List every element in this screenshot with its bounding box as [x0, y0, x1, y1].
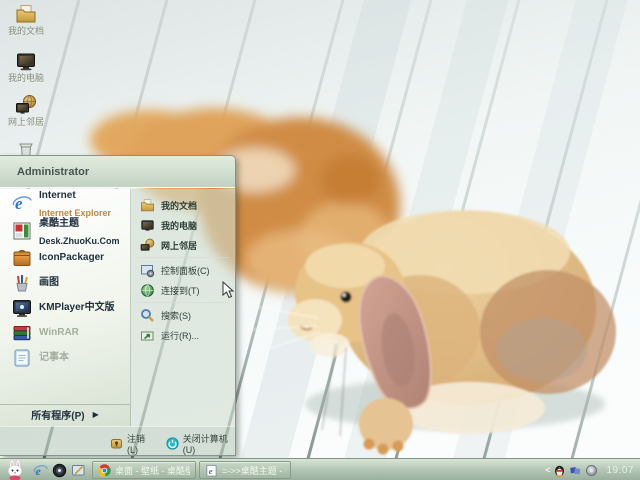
qq-messenger-icon[interactable]: [553, 464, 566, 477]
all-programs-button[interactable]: 所有程序(P) ▶: [0, 404, 130, 424]
desktop-icon-network-places[interactable]: 网上邻居: [0, 94, 52, 127]
network-places-icon: [16, 95, 36, 114]
search-icon: [141, 308, 154, 322]
start-menu-item-connect-to[interactable]: 连接到(T): [131, 280, 235, 300]
taskbar: e » 桌面 - 壁纸 - 桌酷壁...: [0, 458, 640, 480]
item-label: 网上邻居: [161, 240, 198, 251]
show-desktop-icon[interactable]: [71, 463, 86, 478]
svg-text:e: e: [209, 466, 213, 475]
rabbit-eye: [340, 291, 352, 303]
internet-explorer-quicklaunch-icon[interactable]: e: [33, 463, 48, 478]
start-menu-left-column: e Internet Internet Explorer 桌酷主题 Desk.Z…: [0, 189, 131, 426]
run-icon: [141, 331, 154, 340]
start-menu-user-name: Administrator: [0, 156, 235, 188]
item-title: 桌酷主题: [39, 218, 79, 229]
my-computer-icon: [17, 53, 35, 71]
start-menu-panel: Administrator e Internet Internet Explor…: [0, 155, 236, 456]
quick-launch-bar: e »: [33, 459, 97, 480]
my-computer-icon: [141, 219, 154, 231]
control-panel-icon: [141, 264, 155, 277]
system-tray: < 19:07: [545, 459, 637, 480]
menu-separator: [137, 257, 229, 258]
network-places-icon: [140, 238, 155, 251]
my-documents-folder-icon: [16, 5, 36, 23]
internet-explorer-icon: e: [12, 194, 32, 213]
item-label: 我的电脑: [161, 220, 198, 231]
start-menu-right-column: 我的文档 我的电脑 网上邻居 控制面板(C) 连接到(T) 搜索(S) 运行(R…: [131, 189, 235, 426]
item-title: KMPlayer中文版: [39, 302, 115, 313]
chevron-right-icon: ▶: [92, 410, 99, 419]
my-documents-icon: [141, 198, 154, 211]
tray-app-icon[interactable]: [585, 464, 598, 477]
start-menu-item-my-documents[interactable]: 我的文档: [131, 195, 235, 215]
taskbar-clock[interactable]: 19:07: [606, 465, 634, 476]
windows-messenger-icon[interactable]: [569, 464, 582, 477]
paint-icon: [16, 274, 28, 291]
log-off-label: 注销(L): [127, 434, 146, 455]
chrome-icon: [98, 463, 111, 476]
taskbar-window-title: =->>桌酷主题 - Mic...: [222, 465, 285, 476]
start-menu-body: e Internet Internet Explorer 桌酷主题 Desk.Z…: [0, 189, 235, 426]
item-title: IconPackager: [39, 252, 105, 263]
taskbar-window-title: 桌面 - 壁纸 - 桌酷壁...: [115, 465, 190, 476]
ie-document-icon: e: [206, 464, 217, 477]
start-menu-item-zhuoku-theme[interactable]: 桌酷主题 Desk.ZhuoKu.Com: [0, 217, 130, 246]
kmplayer-quicklaunch-icon[interactable]: [52, 463, 67, 478]
start-menu-item-notepad[interactable]: 记事本: [0, 345, 130, 370]
log-off-button[interactable]: 注销(L): [110, 432, 153, 455]
desktop-icon-label: 网上邻居: [7, 117, 44, 127]
start-menu-item-my-computer[interactable]: 我的电脑: [131, 215, 235, 235]
start-menu-item-control-panel[interactable]: 控制面板(C): [131, 260, 235, 280]
item-label: 连接到(T): [161, 285, 200, 296]
start-menu-item-network-places[interactable]: 网上邻居: [131, 235, 235, 255]
item-title: WinRAR: [39, 327, 79, 338]
item-label: 我的文档: [161, 200, 198, 211]
start-menu-item-run[interactable]: 运行(R)...: [131, 325, 235, 345]
item-label: 运行(R)...: [161, 330, 199, 341]
notepad-icon: [14, 349, 30, 366]
winrar-icon: [13, 325, 31, 340]
all-programs-label: 所有程序(P): [31, 411, 85, 422]
mouse-cursor: [222, 281, 234, 299]
start-menu-item-winrar[interactable]: WinRAR: [0, 320, 130, 345]
log-off-icon: [111, 439, 122, 449]
connect-to-icon: [141, 283, 154, 297]
item-title: Internet: [39, 190, 76, 201]
zhuoku-theme-icon: [13, 222, 31, 240]
taskbar-window-button-wallpaper[interactable]: 桌面 - 壁纸 - 桌酷壁...: [92, 461, 196, 479]
desktop-icon-my-documents[interactable]: 我的文档: [0, 3, 52, 36]
shut-down-button[interactable]: 关闭计算机(U): [166, 432, 235, 455]
menu-separator: [137, 302, 229, 303]
start-menu-item-search[interactable]: 搜索(S): [131, 305, 235, 325]
taskbar-window-button-zhuoku[interactable]: e =->>桌酷主题 - Mic...: [199, 461, 291, 479]
item-label: 搜索(S): [161, 310, 191, 321]
item-label: 控制面板(C): [161, 265, 210, 276]
item-title: 画图: [39, 277, 59, 288]
power-icon: [166, 437, 179, 450]
item-subtitle: Desk.ZhuoKu.Com: [39, 236, 120, 246]
desktop-icon-my-computer[interactable]: 我的电脑: [0, 50, 52, 83]
desktop-icon-label: 我的文档: [7, 26, 44, 36]
start-menu-item-kmplayer[interactable]: KMPlayer中文版: [0, 295, 130, 320]
item-title: 记事本: [39, 352, 69, 363]
kmplayer-icon: [13, 299, 31, 317]
start-button-bunny[interactable]: [3, 460, 27, 480]
start-menu-bottom-band: 注销(L) 关闭计算机(U): [0, 426, 235, 455]
desktop-icon-label: 我的电脑: [7, 73, 44, 83]
desktop-screen: 我的文档 我的电脑 网上邻居 Administrator e Internet …: [0, 0, 640, 480]
tray-collapse-chevron[interactable]: <: [545, 465, 550, 475]
shut-down-label: 关闭计算机(U): [182, 434, 228, 455]
iconpackager-icon: [13, 249, 31, 266]
start-menu-item-paint[interactable]: 画图: [0, 270, 130, 295]
